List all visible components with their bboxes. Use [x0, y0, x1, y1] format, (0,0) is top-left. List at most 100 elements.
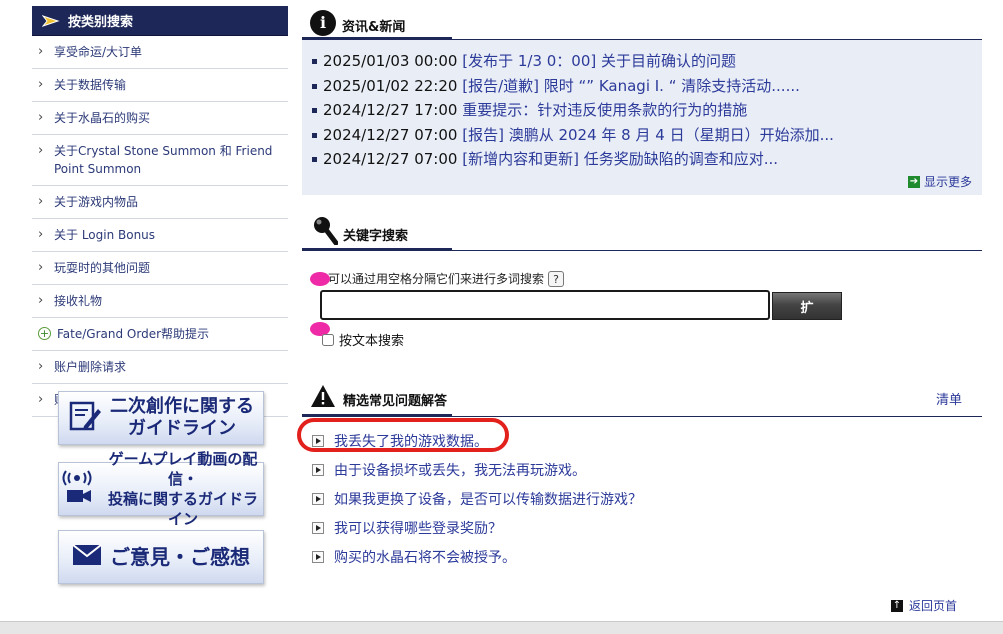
search-hint: 可以通过用空格分隔它们来进行多词搜索 ?: [328, 270, 565, 287]
play-arrow-icon: [312, 434, 324, 447]
news-item: 2024/12/27 17:00 重要提示：针对违反使用条款的行为的措施: [312, 98, 972, 123]
sidebar-category-item[interactable]: › 关于水晶石的购买: [32, 102, 288, 135]
faq-question: 我丢失了我的游戏数据。: [334, 433, 488, 450]
document-pen-icon: [68, 399, 102, 437]
category-search-header: 按类别搜索: [32, 6, 288, 36]
sidebar-category-item[interactable]: › 关于Crystal Stone Summon 和 Friend Point S…: [32, 135, 288, 186]
video-guideline-banner[interactable]: ゲームプレイ動画の配信・ 投稿に関するガイドライン: [58, 450, 264, 528]
warning-icon: [310, 384, 336, 412]
marker-pin: [310, 272, 330, 286]
faq-question: 购买的水晶石将不会被授予。: [334, 549, 516, 566]
news-link[interactable]: [报告/道歉] 限时 “” Kanagi I. “ 清除支持活动......: [462, 77, 800, 95]
play-arrow-icon: [312, 463, 324, 476]
sidebar-category-label: 玩耍时的其他问题: [54, 261, 151, 275]
text-search-checkbox[interactable]: [322, 333, 334, 346]
sidebar-category-item[interactable]: › 账户删除请求: [32, 351, 288, 384]
search-input[interactable]: [320, 290, 770, 320]
horizontal-scrollbar[interactable]: [0, 621, 1003, 634]
news-header: i 资讯&新闻: [302, 0, 982, 40]
category-sidebar: 按类别搜索 › 享受命运/大订单 › 关于数据传输 › 关于水晶石的购买 › 关于Crysta…: [32, 6, 288, 417]
main-content: i 资讯&新闻 2025/01/03 00:00 [发布于 1/3 0：00] …: [302, 0, 982, 613]
sidebar-category-item[interactable]: › 关于 Login Bonus: [32, 219, 288, 252]
sidebar-category-label: 关于Crystal Stone Summon 和 Friend Point Su…: [54, 144, 273, 176]
play-arrow-icon: [312, 492, 324, 505]
sidebar-category-label: 关于游戏内物品: [54, 195, 139, 209]
chevron-right-icon: ›: [38, 227, 44, 242]
play-arrow-icon: [312, 550, 324, 563]
faq-question: 如果我更换了设备，是否可以传输数据进行游戏？: [334, 491, 642, 508]
news-link[interactable]: [新增内容和更新] 任务奖励缺陷的调查和应对...: [462, 150, 778, 168]
show-more-link[interactable]: ➔ 显示更多: [907, 173, 972, 190]
news-item: 2025/01/02 22:20 [报告/道歉] 限时 “” Kanagi I.…: [312, 74, 972, 99]
derivative-guideline-label: 二次創作に関する ガイドライン: [110, 396, 254, 439]
faq-list-link[interactable]: 清单: [936, 389, 962, 408]
text-search-label: 按文本搜索: [339, 334, 405, 349]
sidebar-category-label: Fate/Grand Order帮助提示: [57, 327, 210, 341]
back-to-top-label: 返回页首: [908, 599, 957, 613]
chevron-right-icon: ›: [38, 194, 44, 209]
search-button[interactable]: 扩: [772, 292, 842, 320]
play-arrow-icon: [312, 521, 324, 534]
faq-divider-accent: [302, 414, 452, 417]
sidebar-category-label: 关于数据传输: [54, 78, 127, 92]
faq-item[interactable]: 如果我更换了设备，是否可以传输数据进行游戏？: [312, 484, 642, 513]
category-search-title: 按类别搜索: [68, 15, 134, 30]
help-icon[interactable]: ?: [548, 270, 565, 287]
chevron-right-icon: ›: [38, 392, 44, 407]
sidebar-category-item[interactable]: + Fate/Grand Order帮助提示: [32, 318, 288, 351]
derivative-guideline-banner[interactable]: 二次創作に関する ガイドライン: [58, 391, 264, 445]
keyword-search-header: 关键字搜索: [302, 209, 982, 251]
feedback-label: ご意見・ご感想: [110, 545, 250, 569]
arrow-icon: [41, 14, 60, 28]
news-item: 2024/12/27 07:00 [报告] 澳鹏从 2024 年 8 月 4 日…: [312, 123, 972, 148]
chevron-right-icon: ›: [38, 359, 44, 374]
news-link[interactable]: [报告] 澳鹏从 2024 年 8 月 4 日（星期日）开始添加...: [462, 126, 834, 144]
video-guideline-label: ゲームプレイ動画の配信・ 投稿に関するガイドライン: [107, 450, 258, 528]
keyword-search-title: 关键字搜索: [343, 229, 409, 244]
news-date: 2025/01/02 22:20: [323, 76, 458, 95]
faq-item[interactable]: 购买的水晶石将不会被授予。: [312, 542, 642, 571]
sidebar-category-item[interactable]: › 享受命运/大订单: [32, 36, 288, 69]
news-date: 2025/01/03 00:00: [323, 52, 458, 70]
sidebar-category-item[interactable]: › 关于游戏内物品: [32, 186, 288, 219]
chevron-right-icon: ›: [38, 44, 44, 59]
sidebar-category-label: 关于水晶石的购买: [54, 111, 151, 125]
sidebar-category-item[interactable]: › 玩耍时的其他问题: [32, 252, 288, 285]
bullet-icon: [312, 59, 317, 64]
chevron-right-icon: ›: [38, 77, 44, 92]
faq-question: 我可以获得哪些登录奖励？: [334, 520, 502, 537]
back-to-top-link[interactable]: ↑ 返回页首: [890, 597, 957, 614]
bullet-icon: [312, 157, 317, 162]
news-link[interactable]: [发布于 1/3 0：00] 关于目前确认的问题: [462, 52, 736, 70]
chevron-right-icon: ›: [38, 293, 44, 308]
bullet-icon: [312, 132, 317, 138]
faq-item[interactable]: 由于设备损坏或丢失，我无法再玩游戏。: [312, 455, 642, 484]
info-icon: i: [310, 10, 336, 36]
chevron-right-icon: ›: [38, 143, 44, 158]
sidebar-category-item[interactable]: › 接收礼物: [32, 285, 288, 318]
chevron-right-icon: ›: [38, 260, 44, 275]
news-date: 2024/12/27 07:00: [323, 150, 458, 168]
news-divider-accent: [302, 37, 452, 40]
category-list: › 享受命运/大订单 › 关于数据传输 › 关于水晶石的购买 › 关于Crystal Ston…: [32, 36, 288, 417]
plus-circle-icon: +: [38, 327, 51, 340]
news-item: 2025/01/03 00:00 [发布于 1/3 0：00] 关于目前确认的问…: [312, 49, 972, 74]
sidebar-category-label: 享受命运/大订单: [54, 45, 143, 59]
sidebar-category-label: 账户删除请求: [54, 360, 127, 374]
magnifier-icon: [312, 215, 339, 246]
news-link[interactable]: 重要提示：针对违反使用条款的行为的措施: [462, 101, 747, 119]
search-hint-text: 可以通过用空格分隔它们来进行多词搜索: [328, 272, 545, 286]
faq-question: 由于设备损坏或丢失，我无法再玩游戏。: [334, 462, 586, 479]
text-search-option[interactable]: 按文本搜索: [322, 330, 404, 349]
news-date: 2024/12/27 07:00: [323, 125, 458, 144]
envelope-icon: [72, 544, 102, 570]
sidebar-category-label: 关于 Login Bonus: [54, 228, 156, 242]
bullet-icon: [312, 108, 317, 113]
feedback-banner[interactable]: ご意見・ご感想: [58, 530, 264, 584]
bullet-icon: [312, 83, 317, 89]
sidebar-category-item[interactable]: › 关于数据传输: [32, 69, 288, 102]
news-date: 2024/12/27 17:00: [323, 101, 458, 119]
faq-title: 精选常见问题解答: [343, 394, 448, 409]
faq-item[interactable]: 我丢失了我的游戏数据。: [312, 426, 642, 455]
faq-item[interactable]: 我可以获得哪些登录奖励？: [312, 513, 642, 542]
